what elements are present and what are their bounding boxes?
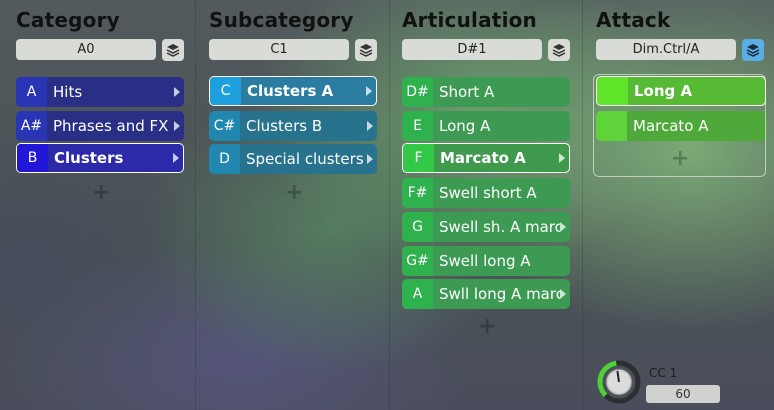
item-key: A (402, 279, 433, 309)
subcategory-item-special-clusters[interactable]: D Special clusters (209, 144, 377, 174)
attack-stack-button[interactable] (742, 39, 764, 61)
articulation-item-swell-long-a[interactable]: G# Swell long A (402, 246, 570, 276)
add-subcategory-button[interactable]: + (285, 180, 303, 205)
attack-key-field[interactable]: Dim.Ctrl/A (596, 39, 736, 60)
articulation-title: Articulation (402, 8, 537, 32)
chevron-right-icon (367, 121, 373, 131)
item-key: F# (402, 178, 433, 208)
category-column: Category A0 A Hits A# Phrases and FX B C… (0, 0, 195, 410)
subcategory-item-clusters-b[interactable]: C# Clusters B (209, 111, 377, 141)
chevron-right-icon (174, 87, 180, 97)
item-label: Swell long A (439, 252, 531, 270)
item-key: A (16, 77, 47, 107)
chevron-right-icon (366, 86, 372, 96)
articulation-item-swll-long-a-marc[interactable]: A Swll long A marc (402, 279, 570, 309)
articulation-column: Articulation D#1 D# Short A E Long A F M… (386, 0, 582, 410)
item-key: E (402, 111, 433, 141)
cc-label: CC 1 (649, 366, 678, 380)
cc-value-field[interactable]: 60 (646, 385, 720, 403)
item-key: A# (16, 111, 47, 141)
layers-icon (552, 44, 566, 57)
item-label: Phrases and FX (53, 117, 169, 135)
item-label: Swell short A (439, 184, 537, 202)
articulation-stack-button[interactable] (548, 39, 570, 61)
item-key: F (403, 144, 434, 172)
item-label: Long A (439, 117, 491, 135)
category-stack-button[interactable] (162, 39, 184, 61)
item-key: G (402, 212, 433, 242)
item-label: Clusters A (247, 82, 334, 100)
category-item-phrases-and-fx[interactable]: A# Phrases and FX (16, 111, 184, 141)
chevron-right-icon (367, 154, 373, 164)
item-key: D# (402, 77, 433, 107)
item-label: Hits (53, 83, 83, 101)
attack-group-frame (593, 74, 766, 177)
subcategory-stack-button[interactable] (355, 39, 377, 61)
chevron-right-icon (560, 222, 566, 232)
layers-icon (746, 44, 760, 57)
item-key: D (209, 144, 240, 174)
articulation-key-field[interactable]: D#1 (402, 39, 542, 60)
category-title: Category (16, 8, 120, 32)
item-label: Special clusters (246, 150, 364, 168)
cc-knob[interactable] (597, 360, 641, 404)
item-label: Marcato A (440, 149, 526, 167)
item-key: C# (209, 111, 240, 141)
add-articulation-button[interactable]: + (478, 314, 496, 339)
chevron-right-icon (559, 153, 565, 163)
articulation-item-swell-short-a[interactable]: F# Swell short A (402, 178, 570, 208)
item-label: Clusters (54, 149, 124, 167)
articulation-item-swell-sh-a-marc[interactable]: G Swell sh. A marc. (402, 212, 570, 242)
chevron-right-icon (173, 153, 179, 163)
layers-icon (359, 44, 373, 57)
subcategory-title: Subcategory (209, 8, 354, 32)
chevron-right-icon (174, 121, 180, 131)
item-label: Swll long A marc (439, 285, 560, 303)
item-key: G# (402, 246, 433, 276)
category-item-clusters[interactable]: B Clusters (16, 143, 184, 173)
item-label: Short A (439, 83, 495, 101)
subcategory-column: Subcategory C1 C Clusters A C# Clusters … (193, 0, 389, 410)
category-key-field[interactable]: A0 (16, 39, 156, 60)
item-label: Clusters B (246, 117, 323, 135)
item-key: C (210, 77, 241, 105)
knob-dial-icon (597, 360, 641, 404)
subcategory-item-clusters-a[interactable]: C Clusters A (209, 76, 377, 106)
item-key: B (17, 144, 48, 172)
chevron-right-icon (560, 289, 566, 299)
articulation-item-marcato-a[interactable]: F Marcato A (402, 143, 570, 173)
category-item-hits[interactable]: A Hits (16, 77, 184, 107)
add-category-button[interactable]: + (92, 180, 110, 205)
subcategory-key-field[interactable]: C1 (209, 39, 349, 60)
layers-icon (166, 44, 180, 57)
item-label: Swell sh. A marc. (439, 218, 560, 236)
articulation-item-long-a[interactable]: E Long A (402, 111, 570, 141)
attack-column: Attack Dim.Ctrl/A Long A Marcato A + (580, 0, 774, 410)
articulation-item-short-a[interactable]: D# Short A (402, 77, 570, 107)
attack-title: Attack (596, 8, 671, 32)
